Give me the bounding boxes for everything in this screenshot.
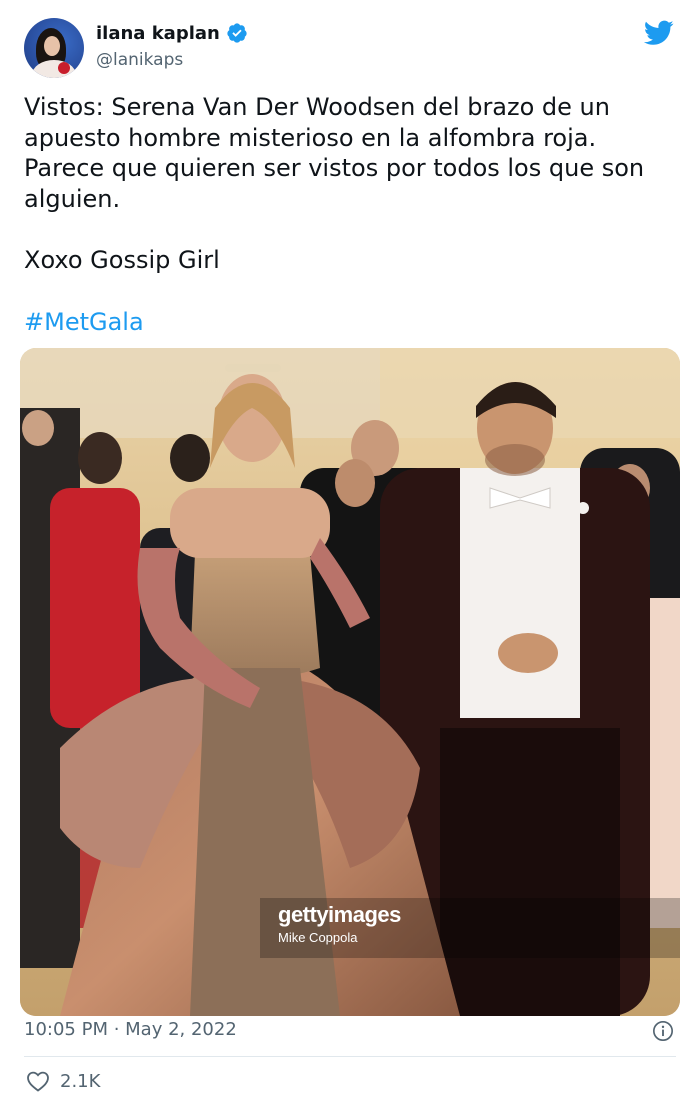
- tweet-timestamp[interactable]: 10:05 PM · May 2, 2022: [24, 1019, 237, 1040]
- tweet-text: Vistos: Serena Van Der Woodsen del brazo…: [24, 93, 645, 274]
- tweet-card: ilana kaplan @lanikaps Vistos: Serena Va…: [0, 0, 700, 1110]
- like-action[interactable]: 2.1K: [26, 1070, 100, 1092]
- heart-icon[interactable]: [26, 1070, 50, 1092]
- author-name-row[interactable]: ilana kaplan: [96, 22, 248, 44]
- getty-logo: gettyimages: [278, 902, 401, 927]
- info-icon[interactable]: [652, 1020, 674, 1042]
- hashtag-link[interactable]: #MetGala: [24, 308, 144, 336]
- avatar[interactable]: [24, 18, 84, 78]
- author-display-name[interactable]: ilana kaplan: [96, 23, 220, 44]
- tweet-photo[interactable]: gettyimages Mike Coppola: [20, 348, 680, 1016]
- author-handle[interactable]: @lanikaps: [96, 50, 183, 70]
- like-count: 2.1K: [60, 1070, 101, 1092]
- photo-credit: Mike Coppola: [278, 930, 358, 945]
- avatar-face: [44, 36, 60, 56]
- twitter-bird-icon[interactable]: [644, 20, 674, 46]
- avatar-rose: [58, 62, 70, 74]
- verified-badge-icon: [227, 23, 247, 43]
- getty-watermark: gettyimages Mike Coppola: [278, 902, 401, 945]
- divider: [24, 1056, 676, 1057]
